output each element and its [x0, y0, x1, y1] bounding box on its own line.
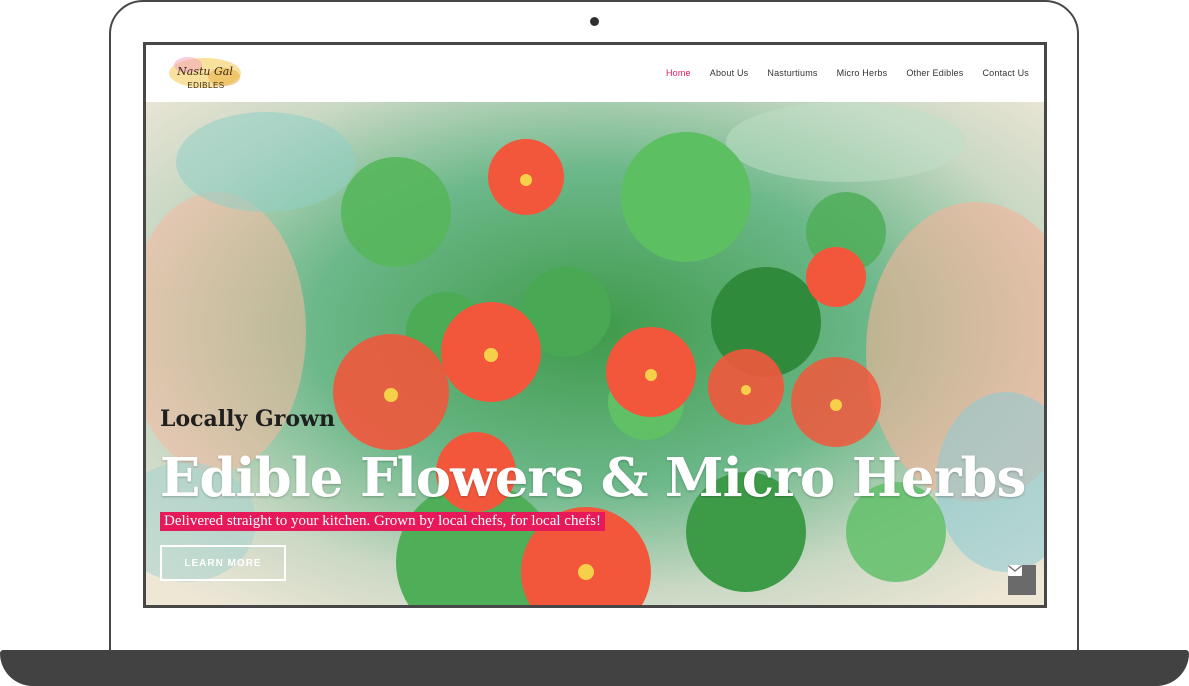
nav-other-edibles[interactable]: Other Edibles	[906, 68, 963, 78]
learn-more-button[interactable]: LEARN MORE	[160, 545, 286, 581]
logo-title: Nastu Gal	[176, 65, 233, 78]
site-header: Nastu Gal EDIBLES Home About Us Nasturti…	[146, 45, 1044, 102]
hero-headline: Edible Flowers & Micro Herbs	[160, 447, 1026, 509]
hero-eyebrow: Locally Grown	[160, 406, 335, 432]
nav-about-us[interactable]: About Us	[710, 68, 749, 78]
logo-mark: Nastu Gal EDIBLES	[169, 57, 241, 90]
contact-float-button[interactable]	[1008, 565, 1036, 595]
nav-contact-us[interactable]: Contact Us	[982, 68, 1029, 78]
hero-banner: Locally Grown Edible Flowers & Micro Her…	[146, 102, 1044, 605]
envelope-icon	[1008, 565, 1022, 576]
laptop-screen: Nastu Gal EDIBLES Home About Us Nasturti…	[143, 42, 1047, 608]
nav-nasturtiums[interactable]: Nasturtiums	[767, 68, 817, 78]
webcam	[590, 17, 599, 26]
logo-subtitle: EDIBLES	[187, 81, 224, 90]
nav-home[interactable]: Home	[666, 68, 691, 78]
site-logo[interactable]: Nastu Gal EDIBLES	[166, 51, 244, 97]
main-nav: Home About Us Nasturtiums Micro Herbs Ot…	[666, 68, 1029, 78]
laptop-base	[0, 650, 1189, 686]
hero-tagline: Delivered straight to your kitchen. Grow…	[160, 512, 605, 531]
nav-micro-herbs[interactable]: Micro Herbs	[837, 68, 888, 78]
